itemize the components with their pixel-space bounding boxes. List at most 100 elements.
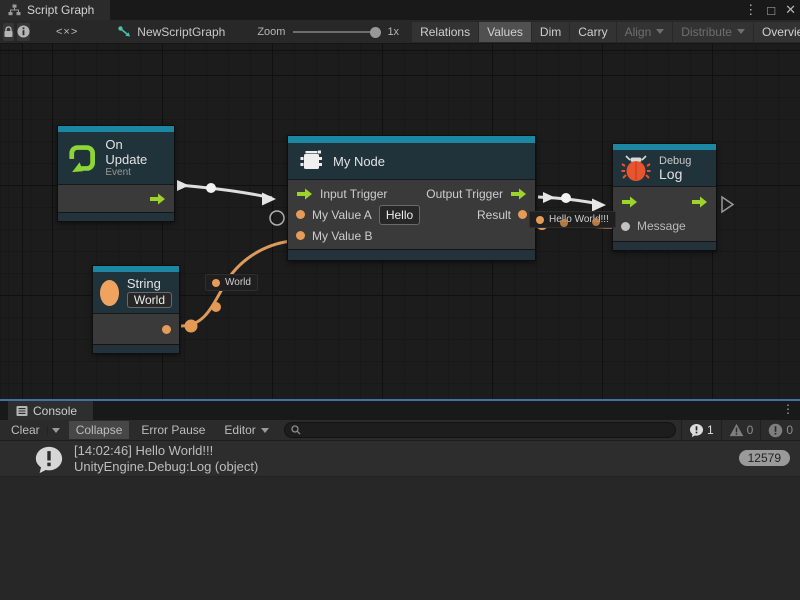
overview-label: Overview (762, 25, 800, 39)
port-label: Message (637, 219, 686, 233)
zoom-slider-handle[interactable] (370, 27, 381, 38)
close-icon[interactable]: ✕ (785, 2, 796, 18)
node-debug-log[interactable]: Debug Log Message (612, 143, 717, 251)
string-type-icon (100, 280, 119, 306)
error-pause-button[interactable]: Error Pause (134, 421, 212, 439)
error-count-badge[interactable]: 0 (760, 420, 800, 441)
graph-name: NewScriptGraph (137, 25, 225, 39)
clear-dropdown-button[interactable] (47, 426, 64, 435)
value-in-port[interactable] (296, 210, 305, 219)
dim-label: Dim (540, 25, 561, 39)
lock-button[interactable] (3, 23, 14, 41)
carry-label: Carry (578, 25, 607, 39)
editor-dropdown-button[interactable]: Editor (217, 421, 275, 439)
tab-script-graph[interactable]: Script Graph (0, 0, 110, 20)
search-input[interactable] (305, 424, 669, 436)
graph-breadcrumb[interactable]: NewScriptGraph (118, 25, 225, 39)
error-icon (768, 423, 783, 438)
node-on-update[interactable]: On Update Event (57, 125, 175, 222)
bubble-text: Hello World!!! (549, 214, 609, 225)
bug-icon (621, 154, 651, 182)
carry-button[interactable]: Carry (570, 22, 615, 42)
graph-toolbar: <×> NewScriptGraph Zoom 1x Relations Val… (0, 20, 800, 44)
node-title: Debug (659, 155, 691, 167)
values-button[interactable]: Values (479, 22, 531, 42)
console-log-list[interactable]: [14:02:46] Hello World!!! UnityEngine.De… (0, 441, 800, 600)
node-footer (613, 241, 716, 250)
warning-icon (729, 423, 744, 437)
value-dot-icon (560, 219, 568, 227)
clear-button[interactable]: Clear (4, 421, 47, 439)
value-dot-icon (592, 218, 600, 226)
node-string[interactable]: String World (92, 265, 180, 354)
trigger-out-port[interactable] (510, 188, 527, 200)
graph-toolbar-buttons: Relations Values Dim Carry Align Distrib… (411, 20, 800, 44)
zoom-control: Zoom 1x (257, 26, 399, 38)
bubble-text: World (225, 277, 251, 288)
tab-console[interactable]: Console (8, 401, 93, 420)
trigger-out-port[interactable] (149, 193, 166, 205)
log-line-2: UnityEngine.Debug:Log (object) (74, 459, 258, 475)
collapse-count-badge: 12579 (739, 450, 790, 466)
node-subtitle: Log (659, 167, 691, 182)
node-title: My Node (333, 154, 385, 169)
port-label: My Value B (312, 229, 372, 243)
machine-node-icon (297, 148, 325, 174)
zoom-label: Zoom (257, 26, 285, 38)
node-header: String World (93, 272, 179, 313)
info-button[interactable] (17, 23, 30, 41)
value-in-port[interactable] (296, 231, 305, 240)
warning-count-badge[interactable]: 0 (721, 420, 761, 441)
clear-label: Clear (11, 423, 40, 437)
value-out-port[interactable] (518, 210, 527, 219)
node-header: My Node (288, 143, 535, 179)
distribute-button[interactable]: Distribute (673, 22, 753, 42)
window-menu-icon[interactable]: ⋮ (744, 2, 757, 18)
console-tab-bar: Console ⋮ (0, 401, 800, 420)
trigger-out-port[interactable] (691, 196, 708, 208)
value-a-input[interactable]: Hello (379, 205, 420, 225)
port-label: Result (477, 208, 511, 222)
trigger-in-port[interactable] (621, 196, 638, 208)
wire-value-bubble: Hello World!!! (529, 211, 616, 228)
port-label: My Value A (312, 208, 372, 222)
zoom-slider[interactable] (293, 31, 379, 33)
search-icon (291, 425, 301, 435)
console-menu-icon[interactable]: ⋮ (782, 402, 794, 416)
overview-button[interactable]: Overview (754, 22, 800, 42)
value-dot-icon (536, 216, 544, 224)
graph-icon (8, 4, 21, 16)
dim-button[interactable]: Dim (532, 22, 569, 42)
lock-icon (3, 26, 14, 38)
warning-count: 0 (747, 423, 754, 437)
log-entry[interactable]: [14:02:46] Hello World!!! UnityEngine.De… (0, 441, 800, 477)
code-view-button[interactable]: <×> (56, 23, 78, 41)
info-count-badge[interactable]: 1 (681, 420, 721, 441)
info-log-icon (34, 445, 64, 475)
string-value-input[interactable]: World (127, 292, 172, 308)
collapse-button[interactable]: Collapse (69, 421, 130, 439)
collapse-label: Collapse (76, 423, 123, 437)
trigger-in-port[interactable] (296, 188, 313, 200)
graph-canvas[interactable]: On Update Event (0, 44, 800, 399)
node-title: On Update (105, 137, 165, 167)
caret-down-icon (52, 428, 60, 433)
window-controls: ⋮ □ ✕ (744, 1, 796, 19)
code-icon: <×> (56, 26, 78, 38)
caret-down-icon (261, 428, 269, 433)
value-dot-icon (212, 279, 220, 287)
message-in-port[interactable] (621, 222, 630, 231)
info-icon (17, 25, 30, 38)
node-header: Debug Log (613, 150, 716, 186)
console-search[interactable] (284, 422, 676, 438)
console-tab-title: Console (33, 404, 77, 418)
log-line-1: [14:02:46] Hello World!!! (74, 443, 258, 459)
relations-button[interactable]: Relations (412, 22, 478, 42)
loop-event-icon (67, 142, 97, 174)
value-out-port[interactable] (162, 325, 171, 334)
node-title: String (127, 276, 172, 291)
node-body: Message (613, 186, 716, 241)
maximize-icon[interactable]: □ (767, 3, 775, 18)
node-my-node[interactable]: My Node Input Trigger Output Trigger My … (287, 135, 536, 261)
align-button[interactable]: Align (617, 22, 673, 42)
